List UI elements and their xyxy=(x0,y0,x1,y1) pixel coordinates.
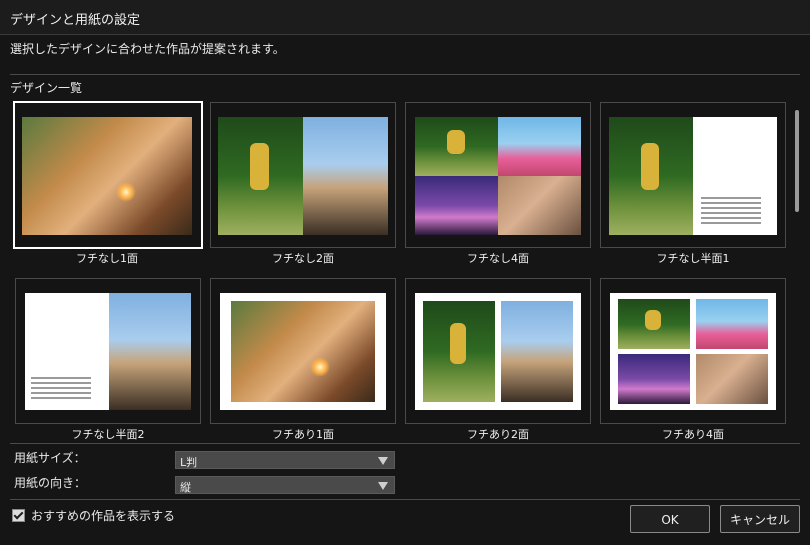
paper-frame xyxy=(220,293,386,410)
photo-boy xyxy=(618,299,690,349)
design-caption: フチあり2面 xyxy=(467,428,529,441)
dropdown-arrow-icon xyxy=(378,457,388,465)
photo-family xyxy=(231,301,375,402)
design-thumbnail xyxy=(210,278,396,424)
design-thumbnail xyxy=(405,278,591,424)
photo-boy xyxy=(423,301,495,402)
photo-family xyxy=(22,117,192,235)
photo-dad xyxy=(109,293,191,410)
photo-dad xyxy=(501,301,573,402)
design-caption: フチなし半面1 xyxy=(656,252,730,265)
design-caption: フチなし2面 xyxy=(272,252,334,265)
design-thumbnail xyxy=(600,102,786,248)
recommend-checkbox[interactable]: おすすめの作品を表示する xyxy=(12,507,175,524)
paper-size-value: L判 xyxy=(180,456,198,469)
paper-frame xyxy=(415,293,581,410)
text-area xyxy=(693,117,777,235)
design-thumbnail xyxy=(405,102,591,248)
design-caption: フチあり4面 xyxy=(662,428,724,441)
design-list-label: デザイン一覧 xyxy=(10,81,83,95)
ok-button[interactable]: OK xyxy=(630,505,710,533)
photo-boy xyxy=(609,117,693,235)
window-title: デザインと用紙の設定 xyxy=(10,13,141,28)
text-placeholder xyxy=(701,197,761,227)
paper-size-select[interactable]: L判 xyxy=(175,451,395,469)
paper-frame xyxy=(610,293,776,410)
vertical-scrollbar[interactable] xyxy=(795,110,799,212)
photo-castle xyxy=(415,176,498,235)
design-thumbnail xyxy=(15,278,201,424)
design-thumbnail xyxy=(13,101,203,249)
recommend-label: おすすめの作品を表示する xyxy=(31,509,176,523)
photo-boy xyxy=(218,117,303,235)
design-caption: フチなし1面 xyxy=(76,252,138,265)
text-placeholder xyxy=(31,377,91,402)
text-area xyxy=(25,293,109,410)
photo-boy xyxy=(415,117,498,176)
photo-dad xyxy=(303,117,388,235)
checkbox-checked-icon[interactable] xyxy=(12,509,25,522)
title-bar: デザインと用紙の設定 xyxy=(0,0,810,35)
dropdown-arrow-icon xyxy=(378,482,388,490)
cancel-button[interactable]: キャンセル xyxy=(720,505,800,533)
design-caption: フチなし4面 xyxy=(467,252,529,265)
photo-two xyxy=(696,354,768,404)
photo-two xyxy=(498,176,581,235)
orientation-label: 用紙の向き： xyxy=(14,476,87,490)
orientation-value: 縦 xyxy=(180,481,191,494)
design-grid: フチなし1面 フチなし2面 フチなし4面 フチなし半面1 フチなし半面2 フチあ… xyxy=(10,98,788,441)
design-caption: フチなし半面2 xyxy=(71,428,145,441)
photo-castle xyxy=(618,354,690,404)
photo-ring xyxy=(696,299,768,349)
design-thumbnail xyxy=(210,102,396,248)
orientation-select[interactable]: 縦 xyxy=(175,476,395,494)
paper-size-label: 用紙サイズ： xyxy=(14,451,86,465)
design-thumbnail xyxy=(600,278,786,424)
divider xyxy=(10,443,800,444)
photo-ring xyxy=(498,117,581,176)
divider xyxy=(10,74,800,75)
divider xyxy=(10,499,800,500)
design-caption: フチあり1面 xyxy=(272,428,334,441)
description-text: 選択したデザインに合わせた作品が提案されます。 xyxy=(10,42,285,56)
